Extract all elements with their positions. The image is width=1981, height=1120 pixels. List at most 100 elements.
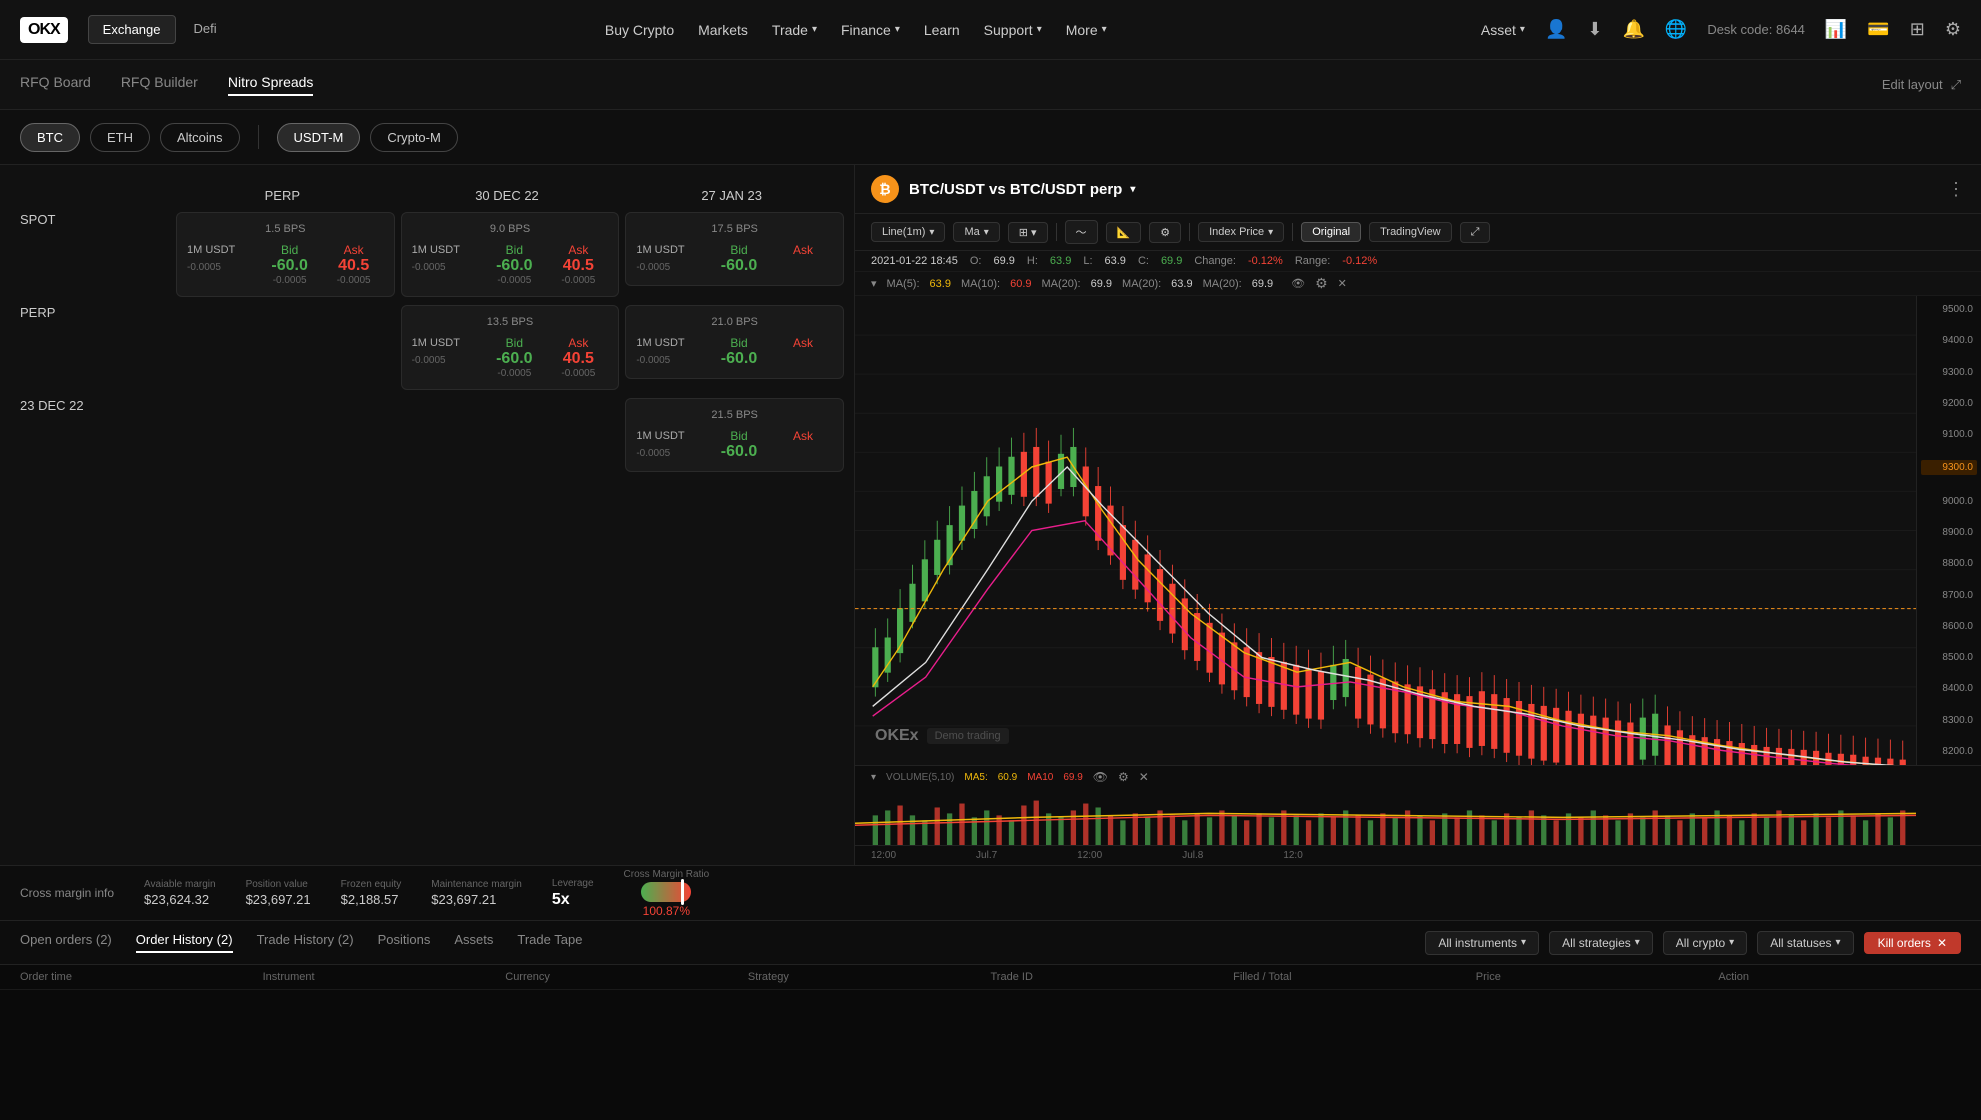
chart-extra-btn[interactable]: ⊞ ▾ (1008, 222, 1048, 243)
ma-eye-icon[interactable]: 👁 (1291, 277, 1305, 290)
index-price-btn[interactable]: Index Price ▾ (1198, 222, 1284, 242)
toolbar-sep3 (1292, 223, 1293, 241)
sub-nav-rfq-builder[interactable]: RFQ Builder (121, 74, 198, 96)
bell-icon[interactable]: 🔔 (1622, 19, 1644, 40)
unit-spot-perp: 1M USDT (187, 244, 256, 256)
nav-more[interactable]: More ▾ (1066, 22, 1107, 38)
position-val: $23,697.21 (246, 892, 311, 907)
chart-icon[interactable]: 📊 (1825, 19, 1847, 40)
tab-trade-tape[interactable]: Trade Tape (517, 932, 582, 953)
ma-settings-icon[interactable]: ⚙ (1315, 275, 1328, 292)
demo-badge: Demo trading (927, 728, 1009, 744)
tab-open-orders[interactable]: Open orders (2) (20, 932, 112, 953)
maintenance-margin: Maintenance margin $23,697.21 (431, 879, 522, 907)
bid-val-pd[interactable]: -60.0 (484, 350, 544, 368)
sub-nav-nitro-spreads[interactable]: Nitro Spreads (228, 74, 314, 96)
row-label-perp: PERP (10, 305, 170, 320)
expand-chart-btn[interactable]: ⤢ (1460, 222, 1491, 243)
nav-finance[interactable]: Finance ▾ (841, 22, 900, 38)
line-type-btn[interactable]: 〜 (1065, 220, 1098, 244)
bid-val-sj[interactable]: -60.0 (709, 257, 769, 275)
leverage-val: 5x (552, 891, 594, 909)
bid-label-dj: Bid (709, 429, 769, 443)
draw-btn[interactable]: 📐 (1106, 222, 1142, 243)
asset-button[interactable]: Asset ▾ (1481, 22, 1525, 38)
download-icon[interactable]: ⬇ (1587, 19, 1602, 40)
crypto-chevron: ▾ (1729, 937, 1734, 948)
tab-assets[interactable]: Assets (454, 932, 493, 953)
nav-buy-crypto[interactable]: Buy Crypto (605, 22, 674, 38)
nav-learn[interactable]: Learn (924, 22, 960, 38)
logo[interactable]: OKX (20, 17, 68, 43)
price-8500: 8500.0 (1921, 652, 1977, 663)
chart-menu[interactable]: ⋮ (1947, 179, 1965, 200)
nav-trade[interactable]: Trade ▾ (772, 22, 817, 38)
bid-val-dj[interactable]: -60.0 (709, 443, 769, 461)
expand-icon[interactable]: ⤢ (1951, 77, 1961, 93)
ask-val-sd[interactable]: 40.5 (548, 257, 608, 275)
watermark-logo: OKEx (875, 727, 919, 745)
bottom-bar: Cross margin info Avaiable margin $23,62… (0, 865, 1981, 920)
close-val: 69.9 (1161, 255, 1182, 267)
ma-close-icon[interactable]: ✕ (1338, 277, 1347, 290)
layout-icon[interactable]: ⊞ (1910, 19, 1925, 40)
original-btn[interactable]: Original (1301, 222, 1361, 242)
sub-pd: -0.0005 (412, 355, 481, 366)
instruments-chevron: ▾ (1521, 937, 1526, 948)
frozen-val: $2,188.57 (341, 892, 402, 907)
filter-all-strategies[interactable]: All strategies ▾ (1549, 931, 1653, 955)
position-value: Position value $23,697.21 (246, 879, 311, 907)
sub-nav-rfq-board[interactable]: RFQ Board (20, 74, 91, 96)
change-label: Change: (1194, 255, 1236, 267)
range-val: -0.12% (1342, 255, 1377, 267)
tab-exchange[interactable]: Exchange (88, 15, 176, 44)
ask-val-pd[interactable]: 40.5 (548, 350, 608, 368)
settings-chart-btn[interactable]: ⚙ (1149, 222, 1181, 243)
filter-all-instruments[interactable]: All instruments ▾ (1425, 931, 1539, 955)
ma-btn[interactable]: Ma ▾ (953, 222, 999, 242)
tab-defi[interactable]: Defi (180, 15, 231, 44)
toolbar-sep1 (1056, 223, 1057, 241)
unit-sj: 1M USDT (636, 244, 705, 256)
vol-settings-icon[interactable]: ⚙ (1118, 770, 1129, 784)
bid-sub-sp: -0.0005 (260, 275, 320, 286)
filter-crypto-m[interactable]: Crypto-M (370, 123, 457, 152)
frozen-equity: Frozen equity $2,188.57 (341, 879, 402, 907)
kill-orders-button[interactable]: Kill orders ✕ (1864, 932, 1961, 954)
user-icon[interactable]: 👤 (1545, 19, 1567, 40)
bps-pj: 21.0 BPS (636, 316, 833, 328)
nav-markets[interactable]: Markets (698, 22, 748, 38)
ask-val-sp[interactable]: 40.5 (324, 257, 384, 275)
chart-date: 2021-01-22 18:45 (871, 255, 958, 267)
filter-all-crypto[interactable]: All crypto ▾ (1663, 931, 1747, 955)
edit-layout[interactable]: Edit layout (1882, 77, 1943, 92)
vol-expand[interactable]: ▾ (871, 772, 876, 783)
tradingview-btn[interactable]: TradingView (1369, 222, 1452, 242)
tab-order-history[interactable]: Order History (2) (136, 932, 233, 953)
card-icon[interactable]: 💳 (1867, 19, 1889, 40)
ma20b-label: MA(20): (1122, 278, 1161, 290)
bid-val-pj[interactable]: -60.0 (709, 350, 769, 368)
bid-val-sd[interactable]: -60.0 (484, 257, 544, 275)
bps-spot-jan27: 17.5 BPS (636, 223, 833, 235)
globe-icon[interactable]: 🌐 (1665, 19, 1687, 40)
filter-eth[interactable]: ETH (90, 123, 150, 152)
filter-btc[interactable]: BTC (20, 123, 80, 152)
vol-ma10-label: MA10 (1027, 772, 1053, 783)
timeframe-btn[interactable]: Line(1m) ▾ (871, 222, 945, 242)
filter-altcoins[interactable]: Altcoins (160, 123, 240, 152)
tab-trade-history[interactable]: Trade History (2) (257, 932, 354, 953)
bid-val-sp[interactable]: -60.0 (260, 257, 320, 275)
settings-icon[interactable]: ⚙ (1945, 19, 1961, 40)
vol-close-icon[interactable]: ✕ (1139, 770, 1149, 784)
pair-dropdown[interactable]: ▾ (1130, 184, 1135, 195)
ma-expand[interactable]: ▾ (871, 277, 877, 290)
vol-eye-icon[interactable]: 👁 (1093, 770, 1108, 784)
filter-usdt-m[interactable]: USDT-M (277, 123, 361, 152)
nav-support[interactable]: Support ▾ (984, 22, 1042, 38)
filter-all-statuses[interactable]: All statuses ▾ (1757, 931, 1853, 955)
col-price: Price (1476, 971, 1719, 983)
tab-positions[interactable]: Positions (378, 932, 431, 953)
col-filled-total: Filled / Total (1233, 971, 1476, 983)
price-9300: 9300.0 (1921, 367, 1977, 378)
